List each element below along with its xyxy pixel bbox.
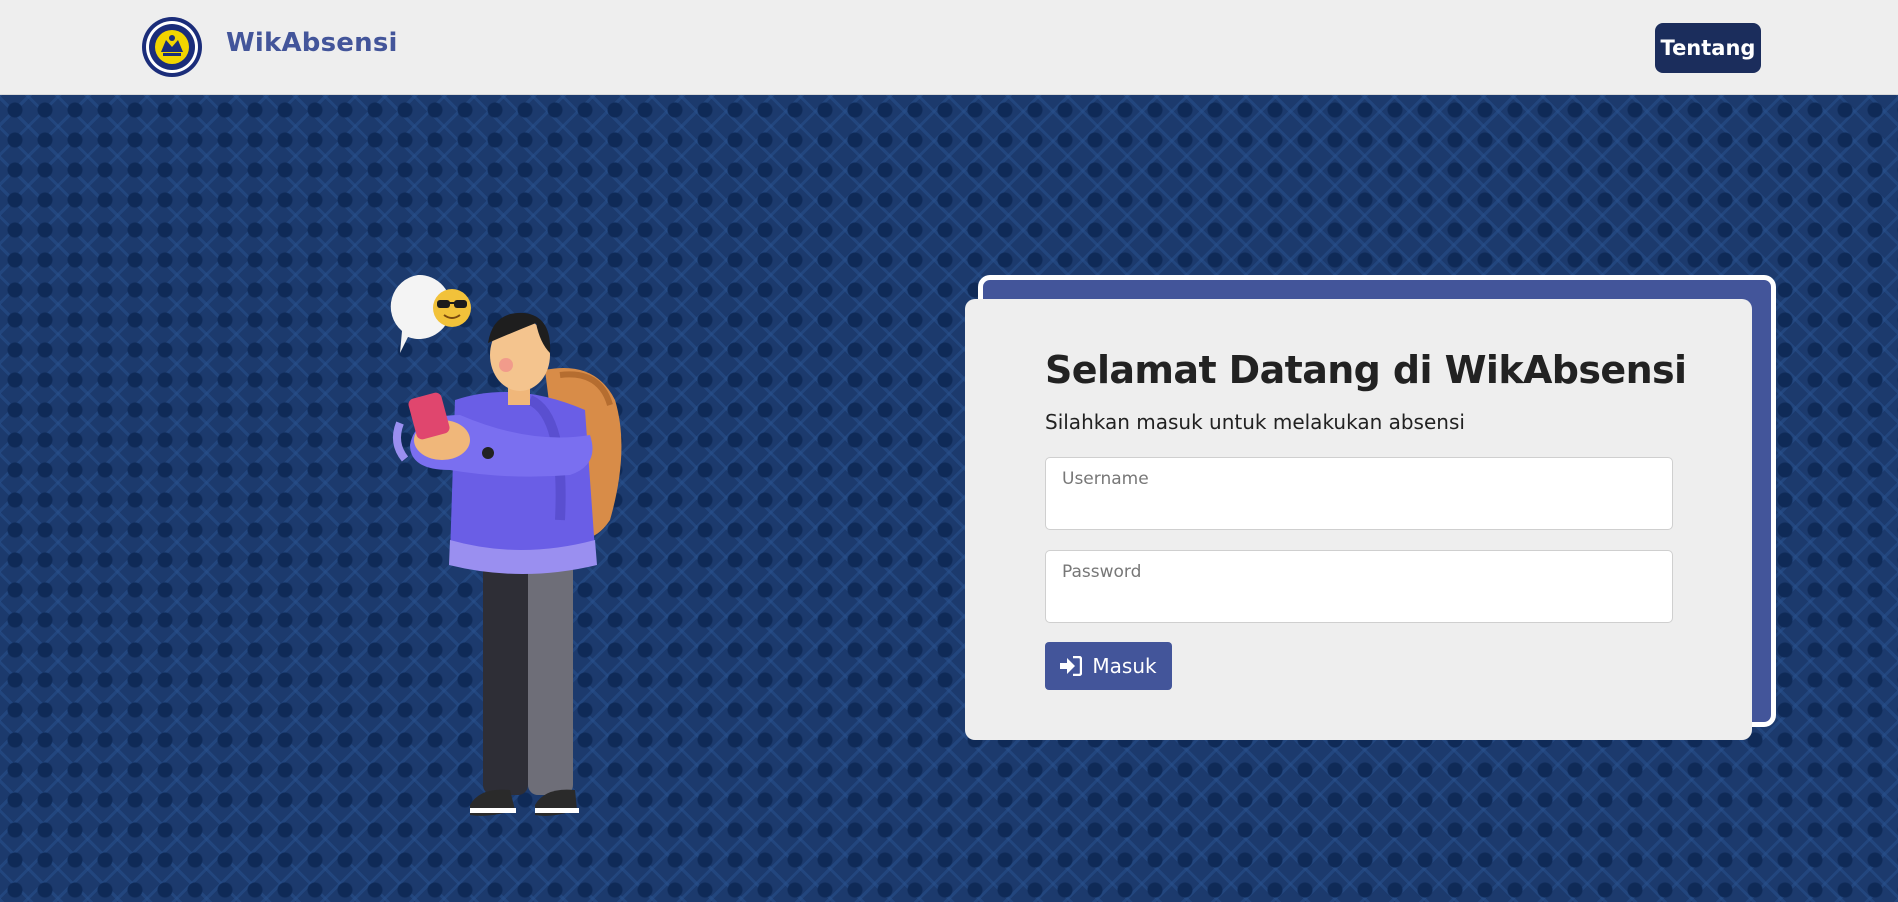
username-field[interactable]: Username [1045, 457, 1673, 530]
login-card: Selamat Datang di WikAbsensi Silahkan ma… [965, 299, 1752, 740]
top-navbar: WikAbsensi Tentang [0, 0, 1898, 95]
sign-in-icon [1060, 656, 1083, 676]
login-title: Selamat Datang di WikAbsensi [1045, 348, 1687, 392]
sunglasses-emoji-icon [390, 275, 471, 353]
password-field[interactable]: Password [1045, 550, 1673, 623]
brand-name[interactable]: WikAbsensi [226, 28, 398, 58]
username-input[interactable] [1046, 458, 1672, 529]
password-input[interactable] [1046, 551, 1672, 622]
login-subtitle: Silahkan masuk untuk melakukan absensi [1045, 410, 1465, 434]
login-button-label: Masuk [1092, 654, 1157, 678]
school-emblem-icon[interactable] [141, 16, 203, 78]
about-button[interactable]: Tentang [1655, 23, 1761, 73]
login-button[interactable]: Masuk [1045, 642, 1172, 690]
person-with-phone-illustration [390, 275, 622, 816]
